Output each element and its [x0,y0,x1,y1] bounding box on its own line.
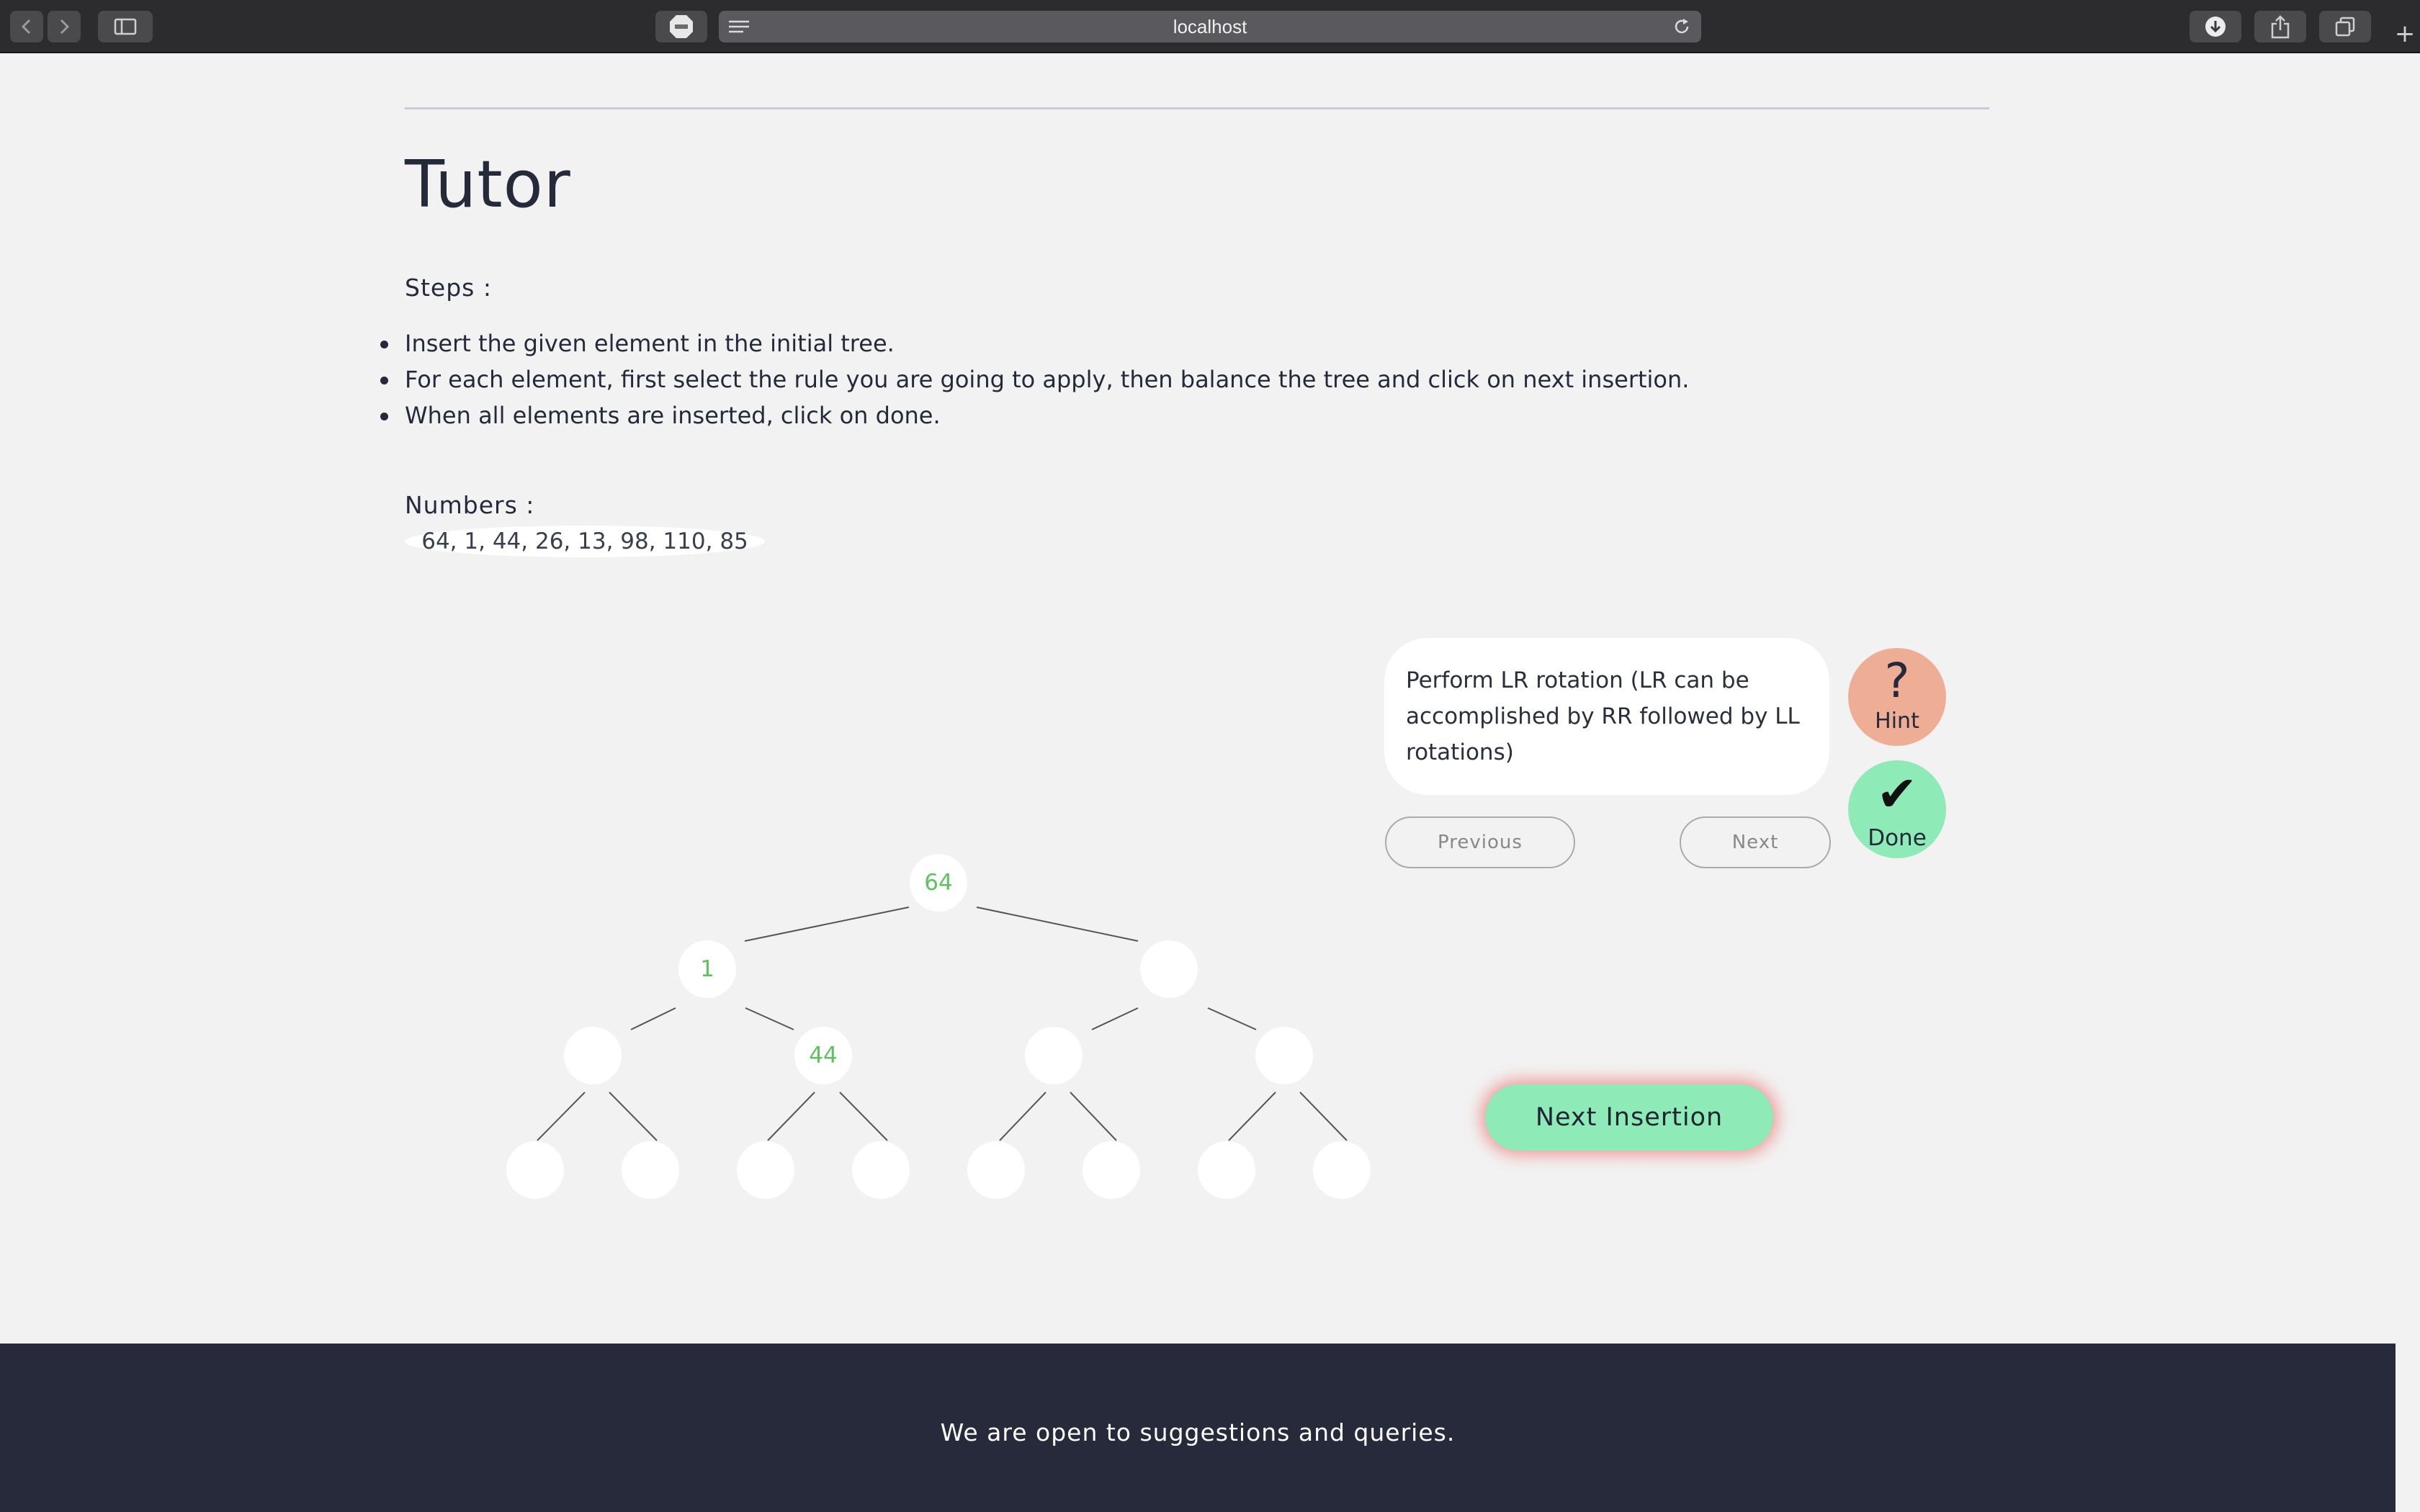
tree-node[interactable] [1140,940,1198,998]
new-tab-button[interactable]: + [2390,14,2420,53]
adblock-icon [670,15,693,38]
tree-edge [630,1007,676,1030]
share-icon [2271,15,2290,39]
header-divider [405,107,1989,109]
page-title: Tutor [405,147,571,222]
tree-node[interactable]: 1 [678,940,736,998]
tree-node[interactable] [967,1141,1025,1199]
address-bar[interactable]: localhost [719,11,1701,42]
previous-button[interactable]: Previous [1385,816,1575,868]
step-item: When all elements are inserted, click on… [380,397,1989,433]
tree-node[interactable]: 44 [794,1027,852,1084]
tabs-icon [2335,17,2355,37]
tree-node-root[interactable]: 64 [910,854,967,912]
tree-edge [839,1092,888,1141]
hint-label: Hint [1875,708,1919,734]
download-icon [2205,17,2226,37]
checkmark-icon: ✔ [1876,766,1918,823]
tree-node[interactable] [852,1141,910,1199]
question-mark-icon: ? [1884,653,1910,708]
footer: We are open to suggestions and queries. [0,1344,2396,1512]
tree-edge [1299,1092,1348,1141]
adblock-button[interactable] [655,11,707,42]
tree-edge [1207,1007,1257,1030]
chevron-right-icon [60,19,70,35]
browser-toolbar: localhost + [0,0,2420,53]
tree-node[interactable] [737,1141,794,1199]
tree-node[interactable] [1025,1027,1083,1084]
tree-edge [1091,1007,1139,1030]
steps-heading: Steps : [405,274,492,302]
share-button[interactable] [2254,11,2306,42]
hint-message-box: Perform LR rotation (LR can be accomplis… [1384,638,1829,795]
tree-edge [999,1092,1047,1141]
next-button[interactable]: Next [1680,816,1831,868]
tree-edge [744,906,910,942]
step-item: For each element, first select the rule … [380,361,1989,397]
chevron-left-icon [21,19,31,35]
numbers-heading: Numbers : [405,491,535,519]
tabs-overview-button[interactable] [2319,11,2371,42]
tree-edge [609,1092,658,1141]
steps-list: Insert the given element in the initial … [380,325,1989,433]
sidebar-toggle-button[interactable] [98,11,153,42]
footer-text: We are open to suggestions and queries. [940,1418,1456,1446]
tree-node[interactable] [622,1141,679,1199]
downloads-button[interactable] [2190,11,2241,42]
reload-icon[interactable] [1672,17,1691,36]
tree-node[interactable] [1198,1141,1255,1199]
hint-button[interactable]: ? Hint [1848,648,1946,746]
tree-edge [745,1007,794,1030]
done-label: Done [1868,825,1927,851]
tree-node[interactable] [1255,1027,1313,1084]
tree-edge [976,906,1139,942]
forward-button[interactable] [48,11,81,42]
tree-edge [1070,1092,1117,1141]
tree-node[interactable] [564,1027,622,1084]
tree-node[interactable] [1083,1141,1140,1199]
tree-edge [537,1092,586,1141]
tree-edge [1228,1092,1276,1141]
avl-tree-edges [537,906,1348,1141]
back-button[interactable] [10,11,43,42]
tree-node[interactable] [506,1141,564,1199]
step-item: Insert the given element in the initial … [380,325,1989,361]
url-text[interactable]: localhost [719,11,1701,42]
sidebar-icon [114,18,137,35]
tree-node[interactable] [1313,1141,1371,1199]
numbers-list: 64, 1, 44, 26, 13, 98, 110, 85 [405,526,765,557]
done-button[interactable]: ✔ Done [1848,760,1946,858]
tree-edge [767,1092,815,1141]
next-insertion-button[interactable]: Next Insertion [1485,1084,1773,1151]
